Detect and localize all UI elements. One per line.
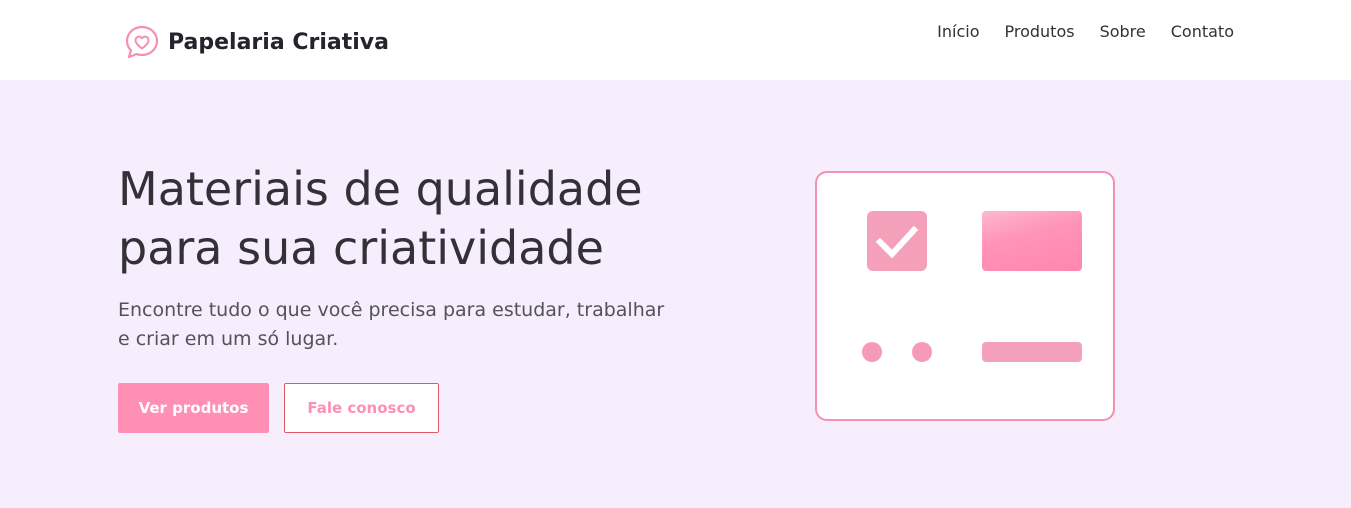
nav-link-contato[interactable]: Contato [1171, 22, 1234, 41]
hero-section: Materiais de qualidade para sua criativi… [0, 80, 1351, 508]
nav-link-inicio[interactable]: Início [937, 22, 979, 41]
contact-us-button[interactable]: Fale conosco [284, 383, 439, 433]
main-nav: Início Produtos Sobre Contato [912, 22, 1234, 41]
nav-link-produtos[interactable]: Produtos [1005, 22, 1075, 41]
illustration-bar-shape [982, 342, 1082, 362]
heart-chat-bubble-icon [125, 25, 159, 59]
nav-link-sobre[interactable]: Sobre [1100, 22, 1146, 41]
illustration-dot-shape [912, 342, 932, 362]
site-header: Papelaria Criativa Início Produtos Sobre… [0, 0, 1351, 80]
hero-subtitle: Encontre tudo o que você precisa para es… [118, 299, 665, 350]
brand-logo-link[interactable]: Papelaria Criativa [124, 24, 389, 60]
hero-title: Materiais de qualidade para sua criativi… [118, 162, 643, 275]
illustration-dot-shape [862, 342, 882, 362]
view-products-button[interactable]: Ver produtos [118, 383, 269, 433]
illustration-card-shape [982, 211, 1082, 271]
brand-name: Papelaria Criativa [168, 29, 389, 55]
checkbox-icon [867, 211, 927, 271]
hero-illustration [815, 171, 1115, 421]
